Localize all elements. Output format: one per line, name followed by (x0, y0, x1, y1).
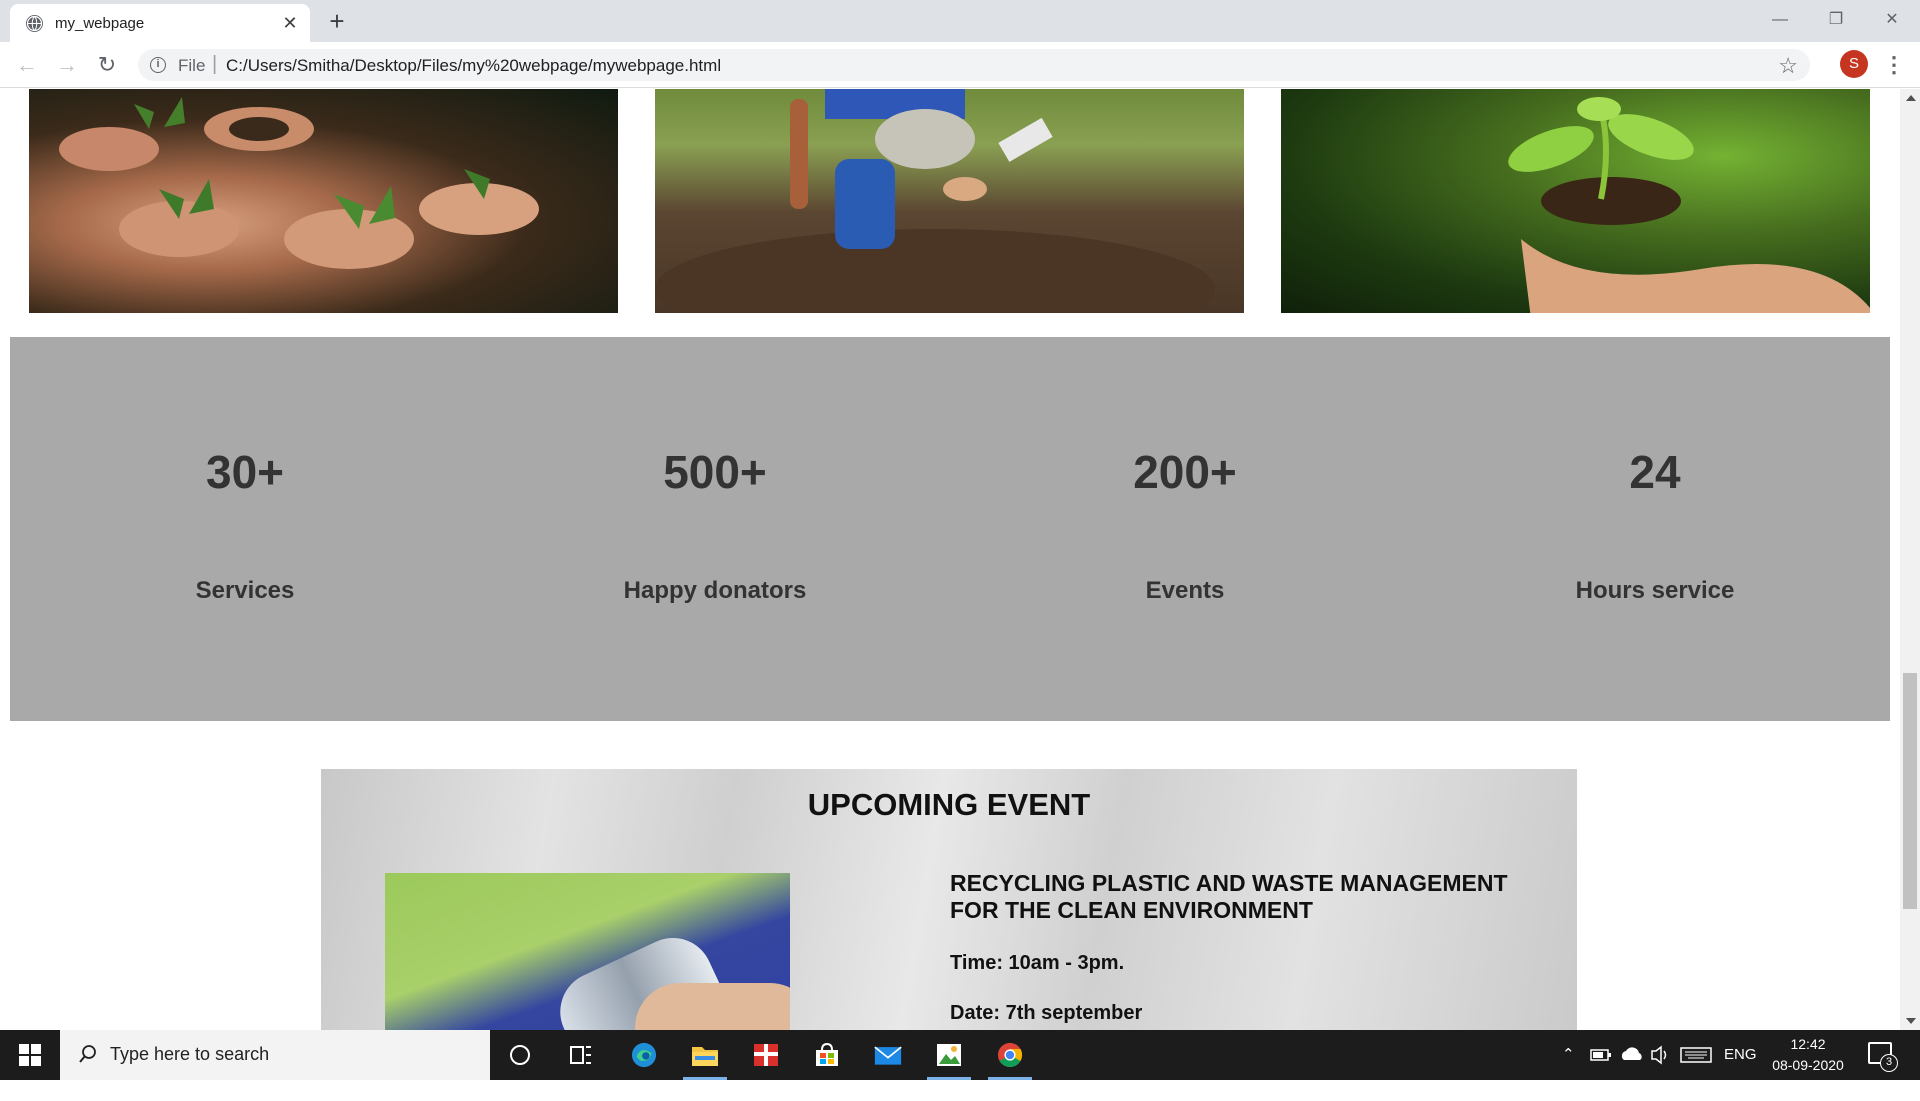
cortana-icon[interactable] (510, 1045, 530, 1065)
stats-section: 30+ Services 500+ Happy donators 200+ Ev… (10, 337, 1890, 721)
search-placeholder: Type here to search (110, 1044, 270, 1064)
event-image-recycling (385, 873, 790, 1030)
chrome-icon[interactable] (980, 1030, 1040, 1080)
event-date: Date: 7th september (950, 1002, 1143, 1024)
scroll-down-arrow-icon[interactable] (1906, 1018, 1916, 1024)
url-separator: | (212, 53, 218, 75)
stat-label: Hours service (1575, 577, 1735, 604)
window-close-icon[interactable]: ✕ (1864, 0, 1920, 40)
volume-icon[interactable] (1650, 1030, 1670, 1080)
stat-hours-service: 24 Hours service (1420, 337, 1890, 721)
minimize-icon[interactable]: — (1752, 0, 1808, 40)
bookmark-star-icon[interactable]: ☆ (1778, 53, 1798, 79)
windows-taskbar: Type here to search ⌃ ENG 12:42 08-09-20… (0, 1030, 1920, 1080)
restore-icon[interactable]: ❐ (1808, 0, 1864, 40)
edge-icon[interactable] (614, 1030, 674, 1080)
show-hidden-icons-chevron-icon[interactable]: ⌃ (1562, 1030, 1575, 1080)
stat-number: 30+ (205, 446, 285, 498)
browser-tab-bar: my_webpage ✕ + — ❐ ✕ (0, 0, 1920, 42)
stat-label: Events (1145, 577, 1225, 604)
stat-events: 200+ Events (950, 337, 1420, 721)
photo-app-icon[interactable] (919, 1030, 979, 1080)
gallery-image-hands-seedlings (29, 89, 618, 313)
file-explorer-icon[interactable] (675, 1030, 735, 1080)
notification-count-badge: 3 (1880, 1054, 1898, 1072)
stat-number: 500+ (663, 446, 767, 498)
url-text[interactable]: C:/Users/Smitha/Desktop/Files/my%20webpa… (226, 56, 721, 76)
language-indicator[interactable]: ENG (1724, 1030, 1757, 1080)
taskbar-search-box[interactable]: Type here to search (60, 1030, 490, 1080)
battery-icon[interactable] (1590, 1030, 1612, 1080)
page-scrollbar[interactable] (1900, 89, 1920, 1030)
search-icon (78, 1044, 98, 1064)
gallery-image-child-planting (655, 89, 1244, 313)
stat-number: 200+ (1133, 446, 1237, 498)
forward-arrow-icon[interactable]: → (52, 50, 82, 80)
event-time: Time: 10am - 3pm. (950, 952, 1125, 974)
browser-toolbar: ← → ↻ i File | C:/Users/Smitha/Desktop/F… (0, 42, 1920, 88)
task-view-icon[interactable] (570, 1045, 592, 1065)
tab-title: my_webpage (55, 15, 145, 32)
start-pane (31, 1044, 41, 1054)
stat-happy-donators: 500+ Happy donators (480, 337, 950, 721)
event-title: RECYCLING PLASTIC AND WASTE MANAGEMENT F… (950, 870, 1508, 923)
plus-icon[interactable]: + (323, 7, 351, 35)
browser-menu-icon[interactable]: ⋮ (1882, 50, 1906, 80)
profile-avatar[interactable]: S (1840, 50, 1868, 78)
info-icon[interactable]: i (150, 57, 166, 73)
windows-start-icon[interactable] (0, 1030, 60, 1080)
event-section-heading: UPCOMING EVENT (807, 787, 1091, 822)
scroll-thumb[interactable] (1903, 673, 1917, 909)
start-pane (19, 1044, 29, 1054)
address-bar[interactable]: i File | C:/Users/Smitha/Desktop/Files/m… (138, 49, 1810, 81)
page-viewport: 30+ Services 500+ Happy donators 200+ Ev… (0, 89, 1900, 1030)
keyboard-icon[interactable] (1680, 1030, 1712, 1080)
upcoming-event-section: UPCOMING EVENT RECYCLING PLASTIC AND WAS… (321, 769, 1577, 1030)
reload-icon[interactable]: ↻ (92, 50, 122, 80)
stat-services: 30+ Services (10, 337, 480, 721)
clock-date[interactable]: 08-09-2020 (1766, 1057, 1850, 1073)
start-pane (31, 1056, 41, 1066)
stat-label: Services (195, 577, 295, 604)
stat-label: Happy donators (623, 577, 807, 604)
start-pane (19, 1056, 29, 1066)
onedrive-cloud-icon[interactable] (1620, 1030, 1644, 1080)
globe-icon (26, 15, 43, 32)
store-icon[interactable] (797, 1030, 857, 1080)
gallery-image-hands-sapling (1281, 89, 1870, 313)
close-tab-icon[interactable]: ✕ (280, 13, 300, 33)
scroll-up-arrow-icon[interactable] (1906, 95, 1916, 101)
hand-shape (635, 983, 790, 1030)
gift-app-icon[interactable] (736, 1030, 796, 1080)
clock-time[interactable]: 12:42 (1770, 1036, 1846, 1052)
stat-number: 24 (1629, 446, 1681, 498)
url-scheme-label: File (178, 56, 206, 75)
back-arrow-icon[interactable]: ← (12, 50, 42, 80)
browser-tab[interactable]: my_webpage ✕ (10, 4, 310, 42)
mail-icon[interactable] (858, 1030, 918, 1080)
